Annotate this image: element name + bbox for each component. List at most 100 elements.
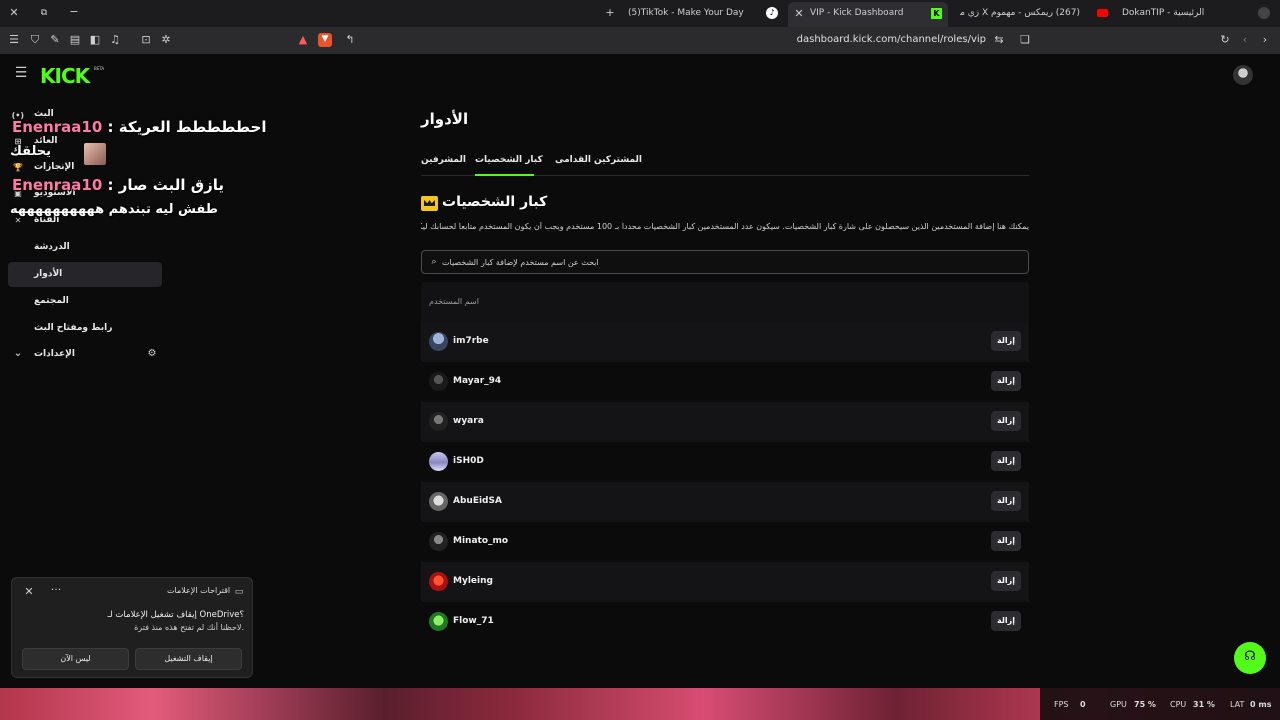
- tab-vips[interactable]: كبار الشخصيات: [475, 155, 543, 165]
- username[interactable]: AbuEidSA: [453, 496, 502, 506]
- table-row: im7rbe إزالة: [421, 322, 1029, 362]
- remove-vip-button[interactable]: إزالة: [991, 411, 1021, 431]
- username[interactable]: Minato_mo: [453, 536, 508, 546]
- tab-dokantip[interactable]: DokanTIP - الرئيسية: [1122, 0, 1232, 27]
- overlay-avatar: [84, 143, 106, 165]
- kick-logo[interactable]: KICK: [40, 64, 90, 88]
- search-icon: ⌕: [431, 257, 437, 267]
- back-icon[interactable]: ‹: [1239, 34, 1251, 46]
- menu-icon[interactable]: ☰: [8, 34, 20, 46]
- sidebar-item-chat[interactable]: الدردشة: [8, 235, 162, 260]
- notification-header: اقتراحات الإعلامات: [167, 586, 231, 595]
- remove-vip-button[interactable]: إزالة: [991, 371, 1021, 391]
- hamburger-menu-icon[interactable]: ☰: [14, 66, 28, 80]
- close-window-icon[interactable]: ✕: [8, 7, 20, 19]
- cpu-label: CPU: [1170, 700, 1187, 709]
- forward-icon[interactable]: ›: [1259, 34, 1271, 46]
- pen-icon[interactable]: ✎: [49, 34, 61, 46]
- new-tab-icon[interactable]: +: [604, 7, 616, 19]
- warning-icon[interactable]: ▲: [297, 34, 309, 46]
- reload-icon[interactable]: ↻: [1219, 34, 1231, 46]
- tab-youtube[interactable]: (267) ريمكس - مهموم X زي مي: [960, 0, 1080, 27]
- share-icon[interactable]: ↰: [344, 34, 356, 46]
- bookmark-icon[interactable]: ❏: [1019, 34, 1031, 46]
- page-title: الأدوار: [421, 110, 469, 128]
- chevron-down-icon: ⌄: [13, 348, 23, 359]
- sidebar-item-community[interactable]: المجتمع: [8, 289, 162, 314]
- notification-title: إيقاف تشغيل الإعلامات لـ OneDrive؟: [107, 610, 244, 620]
- tab-moderators[interactable]: المشرفين: [421, 155, 466, 165]
- notification-confirm-button[interactable]: إيقاف التشغيل: [135, 648, 242, 670]
- table-row: wyara إزالة: [421, 402, 1029, 442]
- gear-icon[interactable]: ⚙: [146, 348, 158, 360]
- sidebar-item-label: المجتمع: [34, 296, 69, 306]
- close-icon[interactable]: ✕: [24, 586, 34, 598]
- trophy-icon: 🏆: [13, 163, 23, 172]
- table-row: Minato_mo إزالة: [421, 522, 1029, 562]
- notification-app-icon: ▭: [234, 587, 244, 597]
- notification-toast: ✕ ··· اقتراحات الإعلامات ▭ إيقاف تشغيل ا…: [11, 577, 253, 678]
- tab-kick-label: VIP - Kick Dashboard: [810, 8, 904, 18]
- performance-overlay: FPS 0 GPU 75 % CPU 31 % LAT 0 ms: [1040, 688, 1280, 720]
- notification-body: لاحظنا أنك لم تفتح هذه منذ فترة.: [134, 623, 244, 632]
- screenshot-icon[interactable]: ⊡: [140, 34, 152, 46]
- more-options-icon[interactable]: ···: [50, 584, 62, 596]
- remove-vip-button[interactable]: إزالة: [991, 491, 1021, 511]
- remove-vip-button[interactable]: إزالة: [991, 451, 1021, 471]
- sidebar-icon[interactable]: ◧: [89, 34, 101, 46]
- translate-icon[interactable]: ⇆: [993, 34, 1005, 46]
- desktop-taskbar: FPS 0 GPU 75 % CPU 31 % LAT 0 ms: [0, 688, 1280, 720]
- table-row: Myleing إزالة: [421, 562, 1029, 602]
- music-icon[interactable]: ♫: [109, 34, 121, 46]
- gpu-value: 75 %: [1134, 700, 1156, 709]
- sidebar-item-roles[interactable]: الأدوار: [8, 262, 162, 287]
- tab-kick-dashboard[interactable]: ✕ VIP - Kick Dashboard K: [788, 2, 948, 27]
- username[interactable]: Myleing: [453, 576, 493, 586]
- vip-description: يمكنك هنا إضافة المستخدمين الذين سيحصلون…: [421, 222, 1029, 231]
- overlay-line1: Enenraa10 : احططططط العريكة: [12, 118, 266, 136]
- lat-value: 0 ms: [1250, 700, 1272, 709]
- crown-icon: [421, 196, 438, 211]
- restore-window-icon[interactable]: ⧉: [38, 7, 50, 19]
- vip-search-input[interactable]: [442, 254, 1022, 270]
- vip-heading: كبار الشخصيات: [442, 194, 548, 210]
- remove-vip-button[interactable]: إزالة: [991, 571, 1021, 591]
- extensions-icon[interactable]: ✲: [160, 34, 172, 46]
- overlay-username: Enenraa10: [12, 176, 103, 194]
- active-tab-indicator: [475, 174, 534, 176]
- address-bar[interactable]: dashboard.kick.com/channel/roles/vip: [760, 34, 986, 45]
- browser-tab-bar: ✕ ⧉ − + (5)TikTok - Make Your Day ♪ ✕ VI…: [0, 0, 1280, 27]
- tab-tiktok[interactable]: (5)TikTok - Make Your Day: [628, 0, 763, 27]
- overlay-username: Enenraa10: [12, 118, 103, 136]
- sidebar-item-label: الدردشة: [34, 242, 70, 252]
- fps-value: 0: [1080, 700, 1086, 709]
- remove-vip-button[interactable]: إزالة: [991, 331, 1021, 351]
- username[interactable]: iSH0D: [453, 456, 484, 466]
- sidebar-item-label: رابط ومفتاح البث: [34, 323, 113, 333]
- notification-dismiss-button[interactable]: ليس الآن: [22, 648, 129, 670]
- username[interactable]: wyara: [453, 416, 484, 426]
- vip-table-header: اسم المستخدم: [421, 282, 1029, 322]
- wallet-icon[interactable]: ▤: [69, 34, 81, 46]
- brave-shield-icon[interactable]: ▼: [318, 33, 332, 47]
- user-avatar[interactable]: [1233, 65, 1253, 85]
- user-avatar: [429, 572, 448, 591]
- user-avatar: [429, 332, 448, 351]
- sidebar-item-settings[interactable]: الإعدادات ⌄ ⚙: [8, 342, 162, 367]
- username[interactable]: im7rbe: [453, 336, 489, 346]
- sidebar-item-stream-key[interactable]: رابط ومفتاح البث: [8, 316, 162, 341]
- user-avatar: [429, 372, 448, 391]
- username[interactable]: Flow_71: [453, 616, 494, 626]
- remove-vip-button[interactable]: إزالة: [991, 531, 1021, 551]
- minimize-window-icon[interactable]: −: [68, 6, 80, 18]
- remove-vip-button[interactable]: إزالة: [991, 611, 1021, 631]
- support-button[interactable]: ☊: [1234, 642, 1266, 674]
- kick-favicon-icon: K: [931, 8, 942, 19]
- username[interactable]: Mayar_94: [453, 376, 501, 386]
- tab-og-subscribers[interactable]: المشتركين القدامى: [555, 155, 642, 165]
- shield-icon[interactable]: ⛉: [29, 34, 41, 46]
- user-avatar: [429, 612, 448, 631]
- table-row: AbuEidSA إزالة: [421, 482, 1029, 522]
- close-tab-icon[interactable]: ✕: [794, 8, 804, 20]
- youtube-favicon-icon: [1097, 9, 1108, 17]
